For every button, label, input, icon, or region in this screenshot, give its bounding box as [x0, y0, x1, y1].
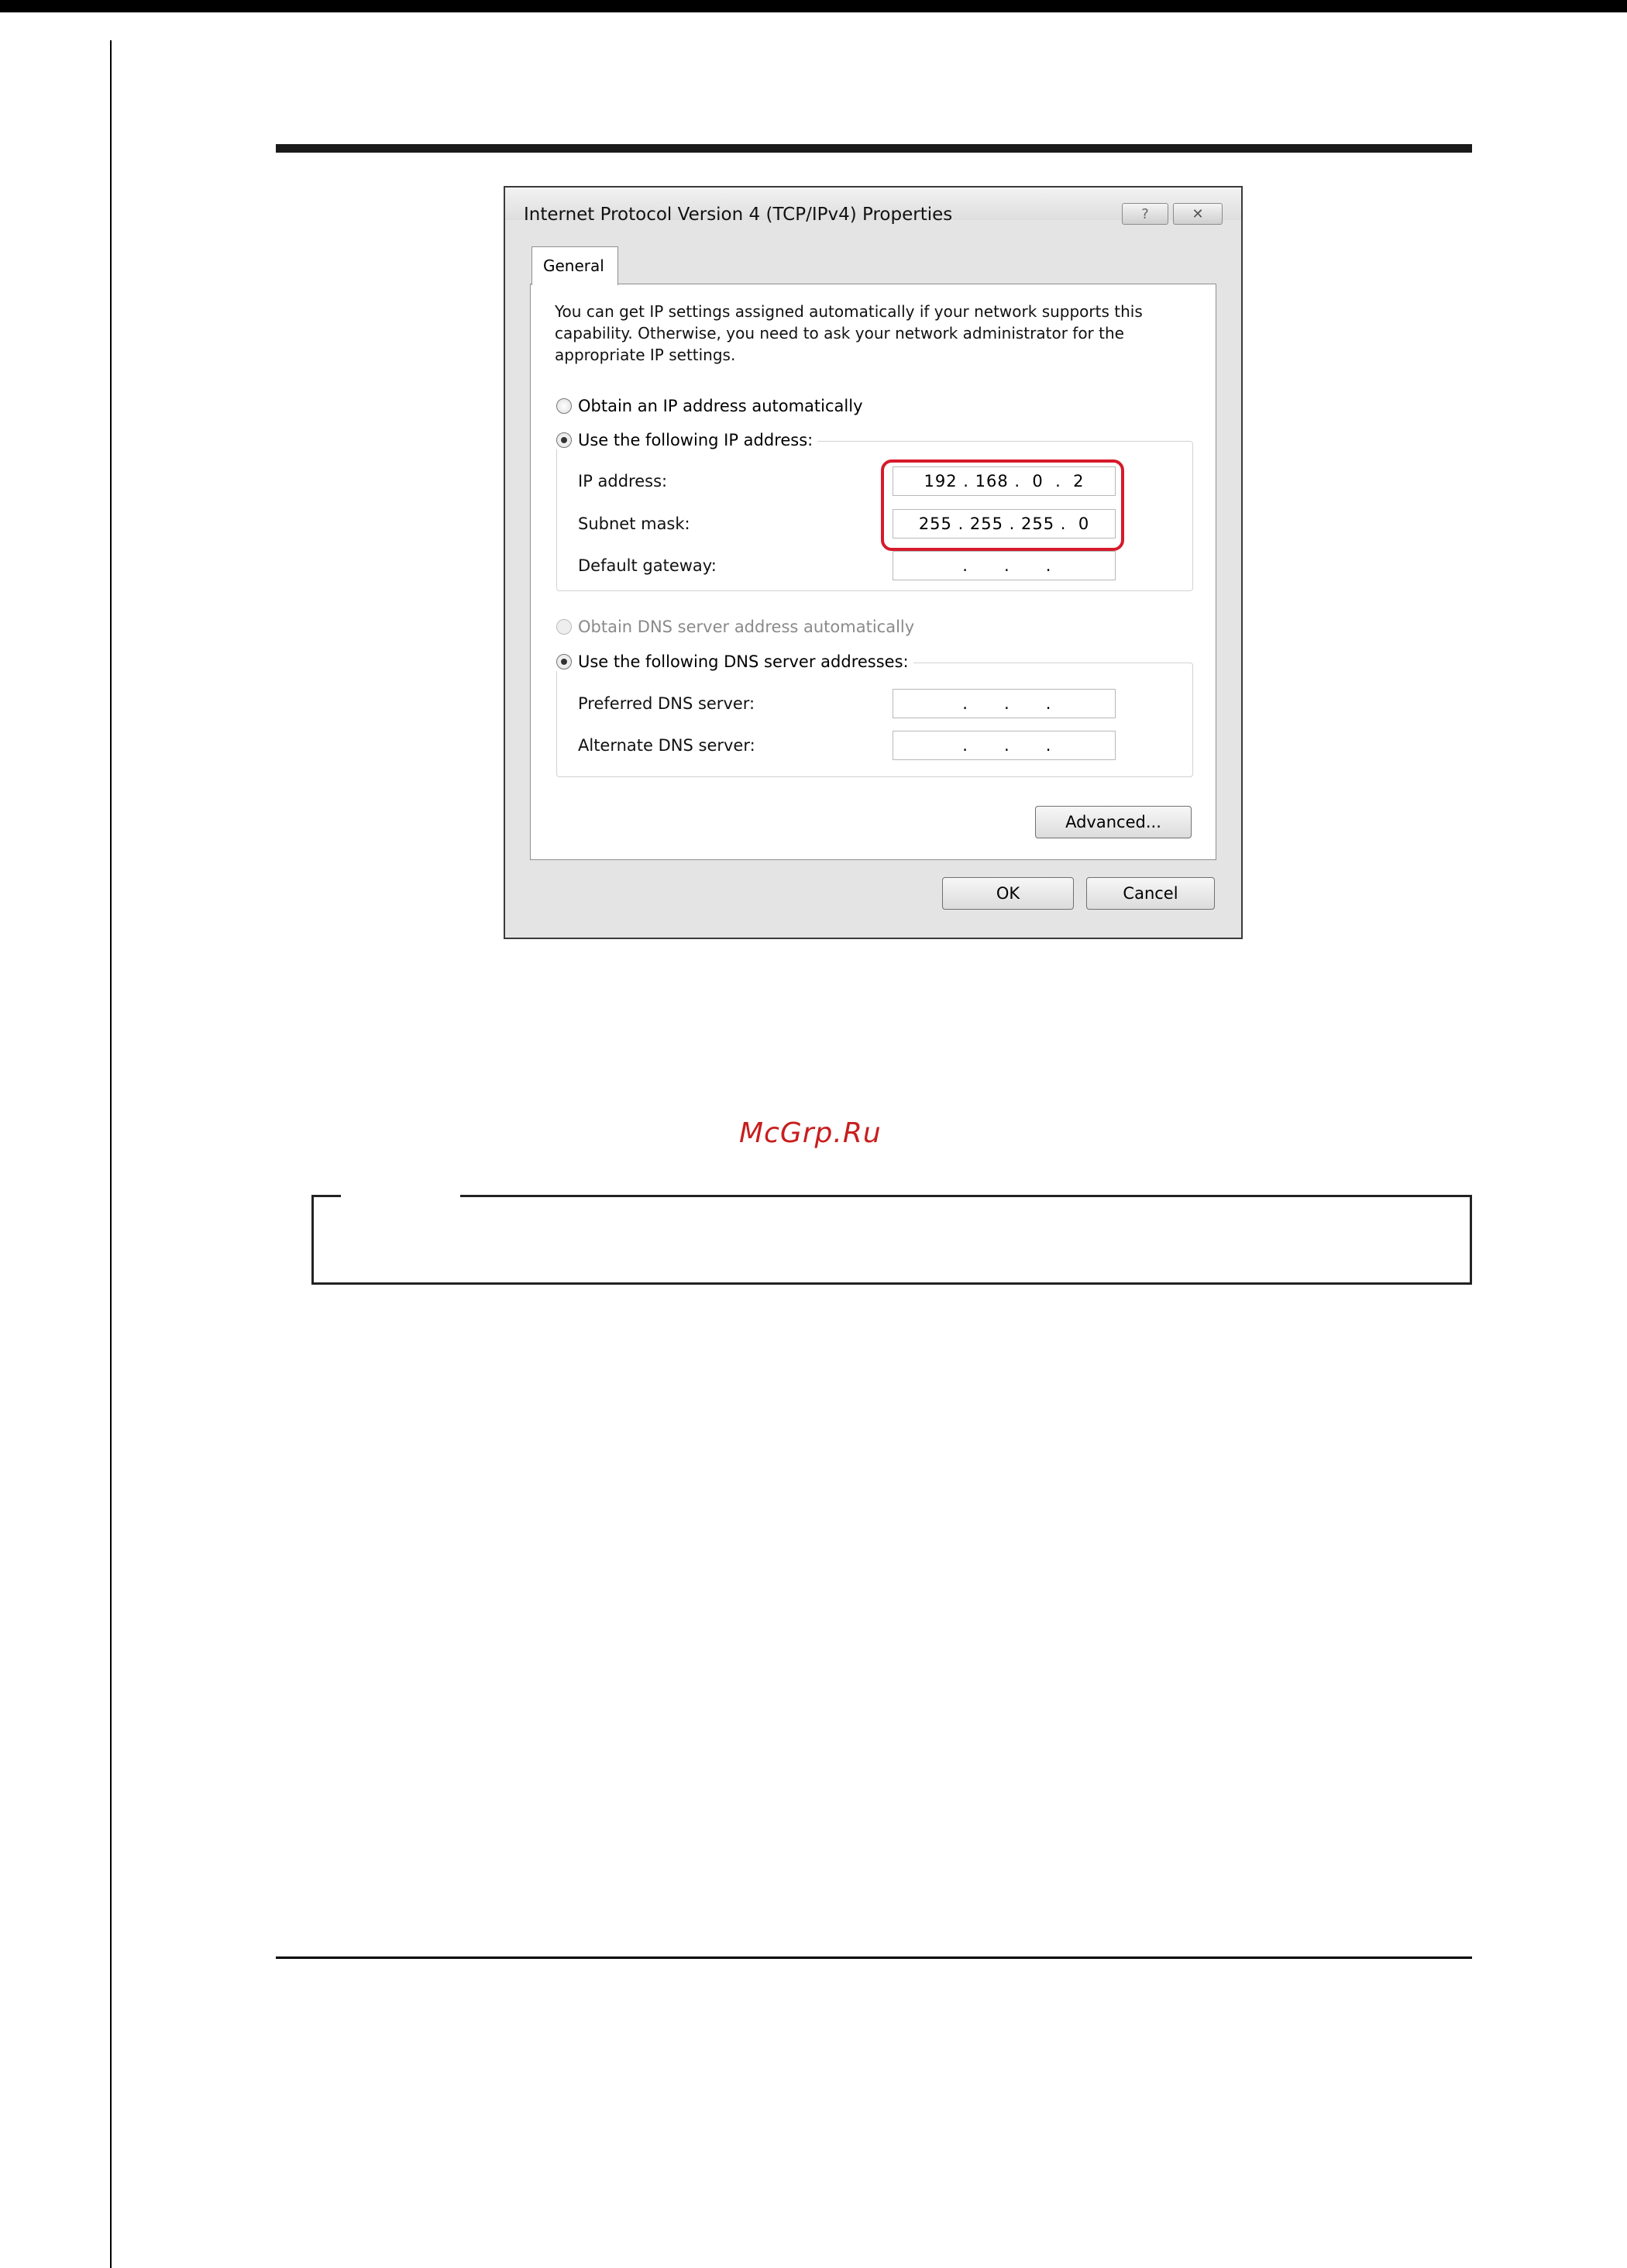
tab-general-label: General [543, 256, 604, 275]
section-bottom-rule [276, 1957, 1472, 1959]
close-icon: ✕ [1192, 205, 1204, 222]
default-gateway-label: Default gateway: [578, 556, 717, 575]
alternate-dns-label: Alternate DNS server: [578, 736, 755, 755]
radio-checked-icon [556, 654, 572, 669]
obtain-ip-automatically-radio[interactable]: Obtain an IP address automatically [556, 397, 868, 415]
page-top-bar [0, 0, 1627, 12]
ip-subnet-highlight-outline [881, 459, 1124, 551]
help-button[interactable]: ? [1122, 203, 1168, 225]
section-heading-rule [276, 144, 1472, 153]
radio-checked-icon [556, 432, 572, 448]
note-box [311, 1195, 1472, 1285]
tcpip-properties-dialog: Internet Protocol Version 4 (TCP/IPv4) P… [504, 186, 1243, 939]
preferred-dns-input[interactable]: . . . [893, 689, 1116, 718]
obtain-dns-automatically-radio[interactable]: Obtain DNS server address automatically [556, 618, 920, 636]
note-box-label-gap [341, 1192, 460, 1199]
dialog-description: You can get IP settings assigned automat… [555, 302, 1143, 364]
advanced-button[interactable]: Advanced... [1035, 806, 1192, 838]
cancel-button[interactable]: Cancel [1086, 877, 1215, 910]
tab-general[interactable]: General [531, 246, 618, 285]
use-following-ip-radio[interactable]: Use the following IP address: [556, 431, 818, 449]
dialog-title: Internet Protocol Version 4 (TCP/IPv4) P… [524, 205, 953, 225]
obtain-ip-automatically-label: Obtain an IP address automatically [578, 397, 863, 415]
preferred-dns-label: Preferred DNS server: [578, 694, 755, 713]
help-icon: ? [1141, 205, 1149, 222]
dialog-titlebar[interactable]: Internet Protocol Version 4 (TCP/IPv4) P… [505, 188, 1241, 225]
subnet-mask-label: Subnet mask: [578, 515, 690, 533]
use-following-dns-radio[interactable]: Use the following DNS server addresses: [556, 652, 913, 671]
close-button[interactable]: ✕ [1173, 203, 1223, 225]
page-left-rule [110, 40, 112, 2268]
radio-unchecked-icon [556, 398, 572, 414]
use-following-dns-label: Use the following DNS server addresses: [578, 652, 909, 671]
use-following-ip-label: Use the following IP address: [578, 431, 814, 449]
obtain-dns-automatically-label: Obtain DNS server address automatically [578, 618, 915, 636]
ip-address-label: IP address: [578, 472, 668, 490]
watermark-text: McGrp.Ru [739, 1117, 882, 1149]
ok-button[interactable]: OK [942, 877, 1074, 910]
radio-disabled-icon [556, 619, 572, 635]
default-gateway-input[interactable]: . . . [893, 551, 1116, 580]
alternate-dns-input[interactable]: . . . [893, 731, 1116, 760]
